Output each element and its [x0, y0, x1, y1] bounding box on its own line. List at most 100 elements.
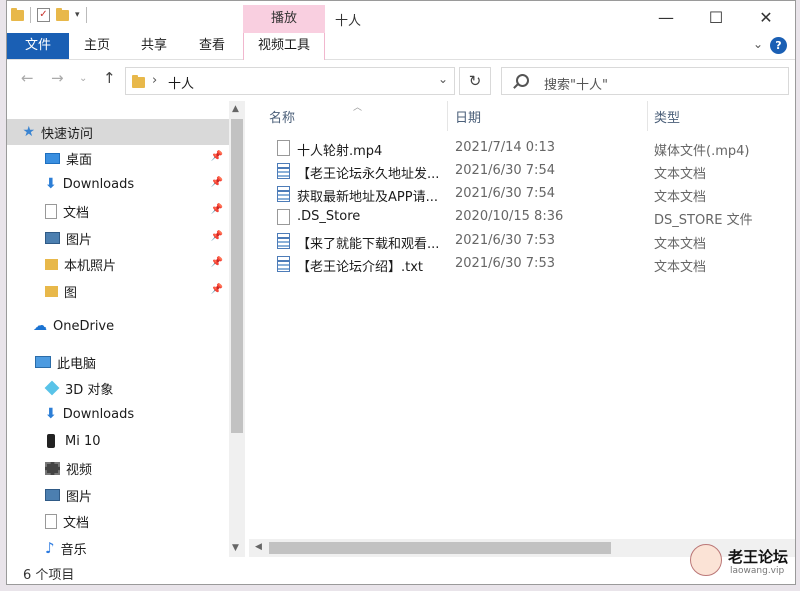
- pin-icon[interactable]: 📌: [211, 204, 223, 215]
- nav-pc-documents[interactable]: 文档: [7, 508, 229, 534]
- tab-home[interactable]: 主页: [84, 33, 110, 59]
- file-row[interactable]: 【老王论坛永久地址发... 2021/6/30 7:54 文本文档: [249, 160, 795, 183]
- tab-file[interactable]: 文件: [7, 33, 69, 59]
- music-icon: ♪: [45, 539, 55, 557]
- nav-this-pc[interactable]: 此电脑: [7, 349, 229, 375]
- forward-arrow-icon[interactable]: →: [51, 69, 64, 87]
- scroll-up-icon[interactable]: ▲: [232, 104, 239, 114]
- nav-label: Downloads: [62, 406, 135, 422]
- tab-share[interactable]: 共享: [141, 33, 167, 59]
- nav-videos[interactable]: 视频: [7, 455, 229, 481]
- file-row[interactable]: 十人轮射.mp4 2021/7/14 0:13 媒体文件(.mp4): [249, 137, 795, 160]
- file-row[interactable]: .DS_Store 2020/10/15 8:36 DS_STORE 文件: [249, 206, 795, 229]
- nav-3d-objects[interactable]: 3D 对象: [7, 375, 229, 401]
- folder-icon: [11, 7, 24, 21]
- picture-icon: [45, 489, 60, 501]
- file-type: 媒体文件(.mp4): [654, 144, 750, 159]
- file-name: .DS_Store: [297, 209, 361, 224]
- breadcrumb-arrow-icon[interactable]: ›: [152, 73, 157, 88]
- file-row[interactable]: 【老王论坛介绍】.txt 2021/6/30 7:53 文本文档: [249, 253, 795, 276]
- file-row[interactable]: 获取最新地址及APP请... 2021/6/30 7:54 文本文档: [249, 183, 795, 206]
- scroll-left-icon[interactable]: ◀: [255, 542, 262, 552]
- text-file-icon: [277, 256, 290, 272]
- nav-label: 此电脑: [57, 356, 97, 372]
- file-name: 【来了就能下载和观看...: [297, 237, 440, 252]
- new-folder-icon[interactable]: [56, 7, 69, 21]
- 3d-objects-icon: [44, 380, 60, 396]
- computer-icon: [35, 356, 51, 368]
- help-icon[interactable]: ?: [770, 37, 787, 54]
- star-icon: ★: [22, 124, 35, 140]
- customize-toolbar-icon[interactable]: ▾: [75, 10, 80, 20]
- nav-music[interactable]: ♪ 音乐: [7, 535, 229, 557]
- nav-label: 桌面: [66, 152, 93, 168]
- item-count: 6 个项目: [23, 568, 75, 583]
- text-file-icon: [277, 233, 290, 249]
- close-button[interactable]: ✕: [741, 1, 791, 33]
- nav-pictures[interactable]: 图片 📌: [7, 225, 229, 251]
- maximize-button[interactable]: ☐: [691, 1, 741, 33]
- tab-view[interactable]: 查看: [199, 33, 225, 59]
- nav-local-photos[interactable]: 本机照片 📌: [7, 251, 229, 277]
- column-header-name[interactable]: 名称: [269, 107, 295, 126]
- file-date: 2021/6/30 7:54: [455, 186, 555, 201]
- back-arrow-icon[interactable]: ←: [21, 69, 34, 87]
- nav-phone[interactable]: Mi 10: [7, 428, 229, 454]
- column-separator[interactable]: [447, 101, 448, 131]
- nav-label: 图: [64, 285, 78, 301]
- column-header-date[interactable]: 日期: [455, 107, 481, 126]
- file-date: 2020/10/15 8:36: [455, 209, 564, 224]
- pin-icon[interactable]: 📌: [211, 231, 223, 242]
- sort-ascending-icon: ︿: [353, 103, 363, 113]
- up-arrow-icon[interactable]: ↑: [103, 69, 116, 87]
- file-row[interactable]: 【来了就能下载和观看... 2021/6/30 7:53 文本文档: [249, 230, 795, 253]
- refresh-button[interactable]: ↻: [459, 67, 491, 95]
- breadcrumb[interactable]: 十人: [168, 73, 194, 92]
- nav-label: Mi 10: [65, 433, 101, 449]
- properties-icon[interactable]: ✓: [37, 8, 50, 22]
- recent-locations-icon[interactable]: ⌄: [79, 73, 87, 84]
- nav-label: 文档: [63, 205, 90, 221]
- play-context-tab[interactable]: 播放: [243, 5, 325, 33]
- address-dropdown-icon[interactable]: ⌄: [438, 72, 448, 86]
- nav-desktop[interactable]: 桌面 📌: [7, 145, 229, 171]
- video-icon: [45, 461, 60, 475]
- nav-scrollbar[interactable]: ▲ ▼: [229, 101, 245, 557]
- column-separator[interactable]: [647, 101, 648, 131]
- nav-documents[interactable]: 文档 📌: [7, 198, 229, 224]
- file-icon: [277, 209, 290, 225]
- download-icon: ⬇: [45, 406, 57, 422]
- expand-ribbon-icon[interactable]: ⌄: [753, 37, 763, 51]
- search-input[interactable]: 搜索"十人": [501, 67, 789, 95]
- nav-label: 音乐: [60, 542, 87, 558]
- nav-pc-downloads[interactable]: ⬇ Downloads: [7, 401, 229, 427]
- download-icon: ⬇: [45, 176, 57, 192]
- pin-icon[interactable]: 📌: [211, 177, 223, 188]
- separator: [85, 7, 87, 23]
- minimize-button[interactable]: —: [641, 1, 691, 33]
- file-name: 获取最新地址及APP请...: [297, 190, 438, 205]
- pin-icon[interactable]: 📌: [211, 284, 223, 295]
- nav-onedrive[interactable]: ☁ OneDrive: [7, 313, 229, 339]
- nav-label: 图片: [66, 489, 93, 505]
- nav-label: 图片: [66, 232, 93, 248]
- text-file-icon: [277, 163, 290, 179]
- nav-downloads[interactable]: ⬇ Downloads 📌: [7, 171, 229, 197]
- pin-icon[interactable]: 📌: [211, 151, 223, 162]
- search-icon: [516, 74, 529, 87]
- file-type: 文本文档: [654, 260, 707, 275]
- tab-video-tools[interactable]: 视频工具: [243, 33, 325, 60]
- column-header-type[interactable]: 类型: [654, 107, 680, 126]
- text-file-icon: [277, 186, 290, 202]
- scroll-down-icon[interactable]: ▼: [232, 543, 239, 553]
- scrollbar-thumb[interactable]: [269, 542, 611, 554]
- scrollbar-thumb[interactable]: [231, 119, 243, 433]
- address-bar[interactable]: › 十人 ⌄: [125, 67, 455, 95]
- nav-pc-pictures[interactable]: 图片: [7, 482, 229, 508]
- file-list: ︿ 名称 日期 类型 十人轮射.mp4 2021/7/14 0:13 媒体文件(…: [249, 101, 795, 557]
- nav-label: 文档: [63, 515, 90, 531]
- nav-pic-folder[interactable]: 图 📌: [7, 278, 229, 304]
- pin-icon[interactable]: 📌: [211, 257, 223, 268]
- nav-quick-access[interactable]: ★ 快速访问: [7, 119, 229, 145]
- navigation-pane: ★ 快速访问 桌面 📌 ⬇ Downloads 📌 文档 📌 图片 📌 本机照片…: [7, 101, 245, 557]
